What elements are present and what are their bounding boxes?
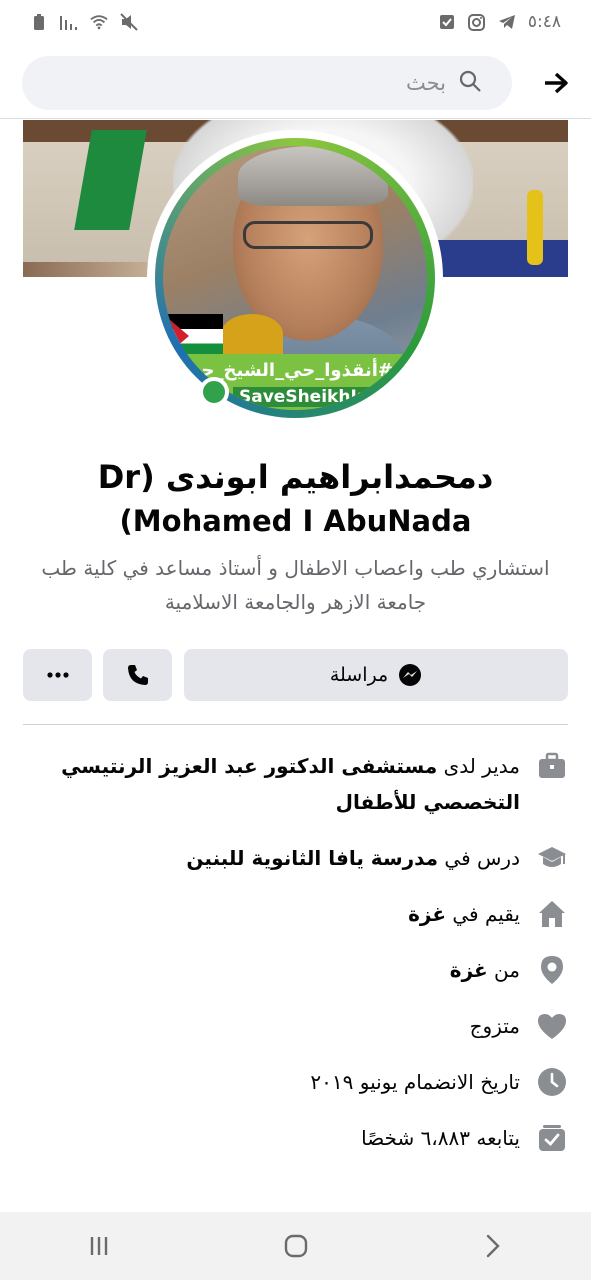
messenger-icon: [399, 664, 422, 686]
top-bar: بحث: [0, 50, 591, 118]
detail-education[interactable]: درس في مدرسة يافا الثانوية للبنين: [23, 840, 568, 876]
detail-from-prefix: من: [487, 958, 520, 982]
section-divider: [23, 724, 568, 725]
status-time: ٥:٤٨: [527, 12, 561, 32]
message-button-label: مراسلة: [329, 664, 389, 686]
clock-icon: [538, 1068, 566, 1096]
online-status-dot: [199, 377, 229, 407]
system-nav-bar: [0, 1212, 591, 1280]
search-placeholder: بحث: [405, 71, 446, 95]
back-button[interactable]: [541, 68, 571, 98]
search-icon: [458, 69, 482, 97]
profile-picture[interactable]: #أنقذوا_حي_الشيخ_جراح SaveSheikhJarrah: [155, 138, 435, 418]
status-bar: ٥:٤٨: [0, 0, 591, 44]
heart-icon: [538, 1014, 566, 1039]
detail-from[interactable]: من غزة: [23, 952, 568, 988]
detail-from-value: غزة: [449, 958, 488, 982]
status-icons-right: ٥:٤٨: [438, 12, 561, 32]
location-pin-icon: [541, 956, 563, 984]
arrow-right-icon: [545, 72, 568, 94]
detail-work[interactable]: مدير لدى مستشفى الدكتور عبد العزيز الرنت…: [23, 748, 568, 820]
battery-icon: [30, 13, 48, 31]
message-button[interactable]: مراسلة: [184, 649, 568, 701]
mute-icon: [120, 13, 138, 31]
followers-icon: [539, 1125, 565, 1151]
home-icon: [539, 901, 565, 927]
telegram-icon: [498, 13, 516, 31]
home-button-icon: [284, 1234, 307, 1258]
recent-apps-button[interactable]: [79, 1226, 119, 1266]
more-button[interactable]: [23, 649, 92, 701]
detail-lives-in-prefix: يقيم في: [446, 902, 520, 926]
home-button[interactable]: [276, 1226, 316, 1266]
detail-education-prefix: درس في: [438, 846, 520, 870]
detail-relationship-text: متزوج: [469, 1014, 520, 1038]
wifi-icon: [90, 13, 108, 31]
intro-details: مدير لدى مستشفى الدكتور عبد العزيز الرنت…: [23, 748, 568, 1176]
back-chevron-icon: [486, 1234, 500, 1258]
call-button[interactable]: [103, 649, 172, 701]
avatar-banner-latin: SaveSheikhJarrah: [233, 387, 415, 407]
avatar-banner-arabic: #أنقذوا_حي_الشيخ_جراح: [171, 360, 393, 381]
detail-joined[interactable]: تاريخ الانضمام يونيو ٢٠١٩: [23, 1064, 568, 1100]
briefcase-icon: [539, 752, 565, 778]
top-divider: [0, 118, 591, 119]
detail-relationship[interactable]: متزوج: [23, 1008, 568, 1044]
signal-icon: [60, 13, 78, 31]
checkbox-icon: [438, 13, 456, 31]
detail-followers[interactable]: يتابعه ٦،٨٨٣ شخصًا: [23, 1120, 568, 1156]
recent-apps-icon: [90, 1237, 107, 1255]
detail-education-value: مدرسة يافا الثانوية للبنين: [186, 846, 439, 870]
graduation-cap-icon: [538, 847, 566, 867]
detail-work-prefix: مدير لدى: [437, 754, 520, 778]
phone-icon: [127, 665, 148, 685]
search-input[interactable]: بحث: [22, 56, 512, 110]
detail-followers-text: يتابعه ٦،٨٨٣ شخصًا: [361, 1126, 520, 1150]
profile-actions: مراسلة: [23, 649, 568, 701]
status-icons-left: [30, 13, 138, 31]
detail-joined-text: تاريخ الانضمام يونيو ٢٠١٩: [310, 1070, 520, 1094]
profile-bio: استشاري طب واعصاب الاطفال و أستاذ مساعد …: [41, 556, 550, 614]
detail-lives-in-value: غزة: [408, 902, 447, 926]
instagram-icon: [468, 13, 486, 31]
profile-name-line2: (Mohamed I AbuNada: [119, 504, 472, 538]
profile-name: دمحمدابراهيم ابوندى (Dr (Mohamed I AbuNa…: [20, 455, 571, 543]
profile-name-line1: دمحمدابراهيم ابوندى (Dr: [97, 458, 494, 496]
more-icon: [46, 672, 69, 678]
back-nav-button[interactable]: [473, 1226, 513, 1266]
detail-lives-in[interactable]: يقيم في غزة: [23, 896, 568, 932]
